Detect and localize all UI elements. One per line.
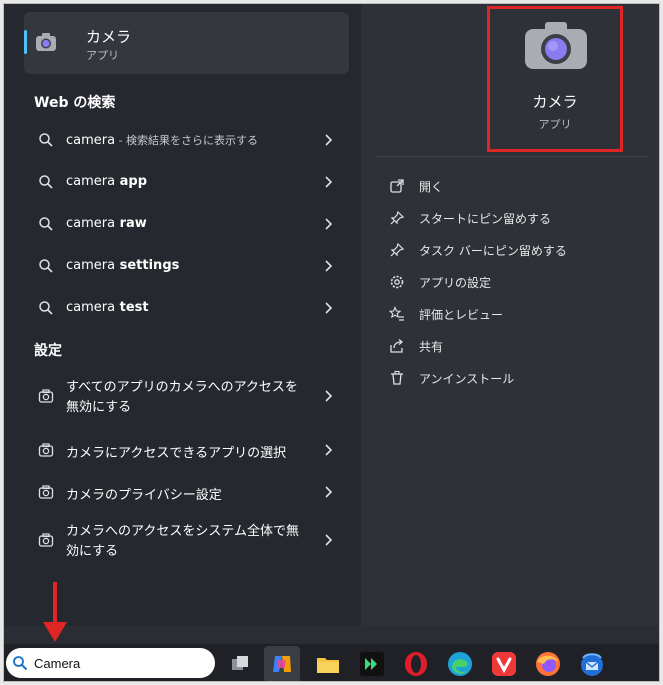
action-label: タスク バーにピン留めする [419,244,567,258]
settings-item[interactable]: カメラのプライバシー設定 [24,472,349,512]
chevron-right-icon [325,444,333,456]
settings-item[interactable]: すべてのアプリのカメラへのアクセスを無効にする [24,376,349,420]
edge-icon[interactable] [446,650,474,678]
media-player-icon[interactable] [358,650,386,678]
web-query-hint: - 検索結果をさらに表示する [115,134,259,147]
web-query-suffix: test [115,300,149,315]
search-icon [39,175,53,189]
firefox-icon[interactable] [534,650,562,678]
action-app-settings[interactable]: アプリの設定 [385,270,645,294]
best-match-subtitle: アプリ [86,49,119,62]
chevron-right-icon [325,534,333,546]
red-arrow-annotation [43,582,67,642]
chevron-right-icon [325,134,333,146]
action-uninstall[interactable]: アンインストール [385,366,645,390]
action-label: アプリの設定 [419,276,492,290]
camera-settings-icon [38,443,54,457]
web-query-suffix: settings [115,258,180,273]
web-search-item[interactable]: camera settings [24,246,349,286]
open-external-icon [390,179,404,193]
web-search-item[interactable]: camera - 検索結果をさらに表示する [24,120,349,160]
web-query: camera [66,216,116,231]
settings-item-label: カメラへのアクセスをシステム全体で無効にする [66,524,299,559]
chevron-right-icon [325,176,333,188]
trash-icon [391,370,403,385]
task-view-icon[interactable] [226,650,254,678]
app-details-panel: カメラ アプリ 開く スタートにピン留めする タスク バーにピン留めする アプリ… [361,4,659,626]
chevron-right-icon [325,486,333,498]
settings-item-label: カメラのプライバシー設定 [66,488,222,503]
taskbar-search-box[interactable] [6,648,215,678]
search-icon [39,301,53,315]
search-icon [13,656,28,671]
copilot-icon [273,656,291,672]
web-query: camera [66,300,116,315]
action-rate-review[interactable]: 評価とレビュー [385,302,645,326]
web-query: camera [66,258,116,273]
web-search-header: Web の検索 [34,95,116,111]
pin-icon [390,242,405,257]
camera-app-card[interactable]: カメラ アプリ [487,6,623,152]
action-pin-start[interactable]: スタートにピン留めする [385,206,645,230]
copilot-button[interactable] [264,646,300,681]
chevron-right-icon [325,302,333,314]
camera-app-icon [525,22,587,69]
chevron-right-icon [325,390,333,402]
file-explorer-icon[interactable] [314,650,342,678]
screenshot-frame: カメラ アプリ Web の検索 camera - 検索結果をさらに表示する ca… [3,3,660,682]
settings-item[interactable]: カメラにアクセスできるアプリの選択 [24,430,349,470]
app-card-subtitle: アプリ [538,118,572,131]
thunderbird-icon[interactable] [578,650,606,678]
action-pin-taskbar[interactable]: タスク バーにピン留めする [385,238,645,262]
action-label: 開く [419,180,444,194]
search-input[interactable] [34,653,204,673]
search-icon [39,133,53,147]
search-icon [39,217,53,231]
divider [377,156,647,157]
camera-settings-icon [38,389,54,403]
web-search-item[interactable]: camera app [24,162,349,202]
search-icon [39,259,53,273]
action-label: 共有 [419,340,444,354]
camera-settings-icon [38,533,54,547]
taskbar [4,644,659,681]
search-results-panel: カメラ アプリ Web の検索 camera - 検索結果をさらに表示する ca… [4,4,361,626]
best-match-camera[interactable]: カメラ アプリ [24,12,349,74]
share-icon [390,339,404,353]
camera-app-icon [36,33,56,51]
gear-icon [390,275,404,289]
action-label: アンインストール [419,372,515,386]
opera-icon[interactable] [402,650,430,678]
action-open[interactable]: 開く [385,174,645,198]
vivaldi-icon[interactable] [490,650,518,678]
settings-item-label: すべてのアプリのカメラへのアクセスを無効にする [66,380,298,415]
action-share[interactable]: 共有 [385,334,645,358]
web-search-item[interactable]: camera raw [24,204,349,244]
web-search-item[interactable]: camera test [24,288,349,328]
settings-item-label: カメラにアクセスできるアプリの選択 [66,446,287,461]
chevron-right-icon [325,218,333,230]
app-card-title: カメラ [532,93,578,111]
selection-accent [24,30,27,54]
web-query: camera [66,174,116,189]
web-query-suffix: app [115,174,148,189]
best-match-title: カメラ [86,28,132,46]
web-query: camera [66,133,116,148]
pin-icon [390,210,405,225]
settings-item[interactable]: カメラへのアクセスをシステム全体で無効にする [24,520,349,564]
action-label: スタートにピン留めする [419,212,552,226]
web-query-suffix: raw [115,216,147,231]
settings-header: 設定 [34,343,62,359]
star-review-icon [389,306,404,321]
chevron-right-icon [325,260,333,272]
action-label: 評価とレビュー [419,308,504,322]
camera-settings-icon [38,485,54,499]
